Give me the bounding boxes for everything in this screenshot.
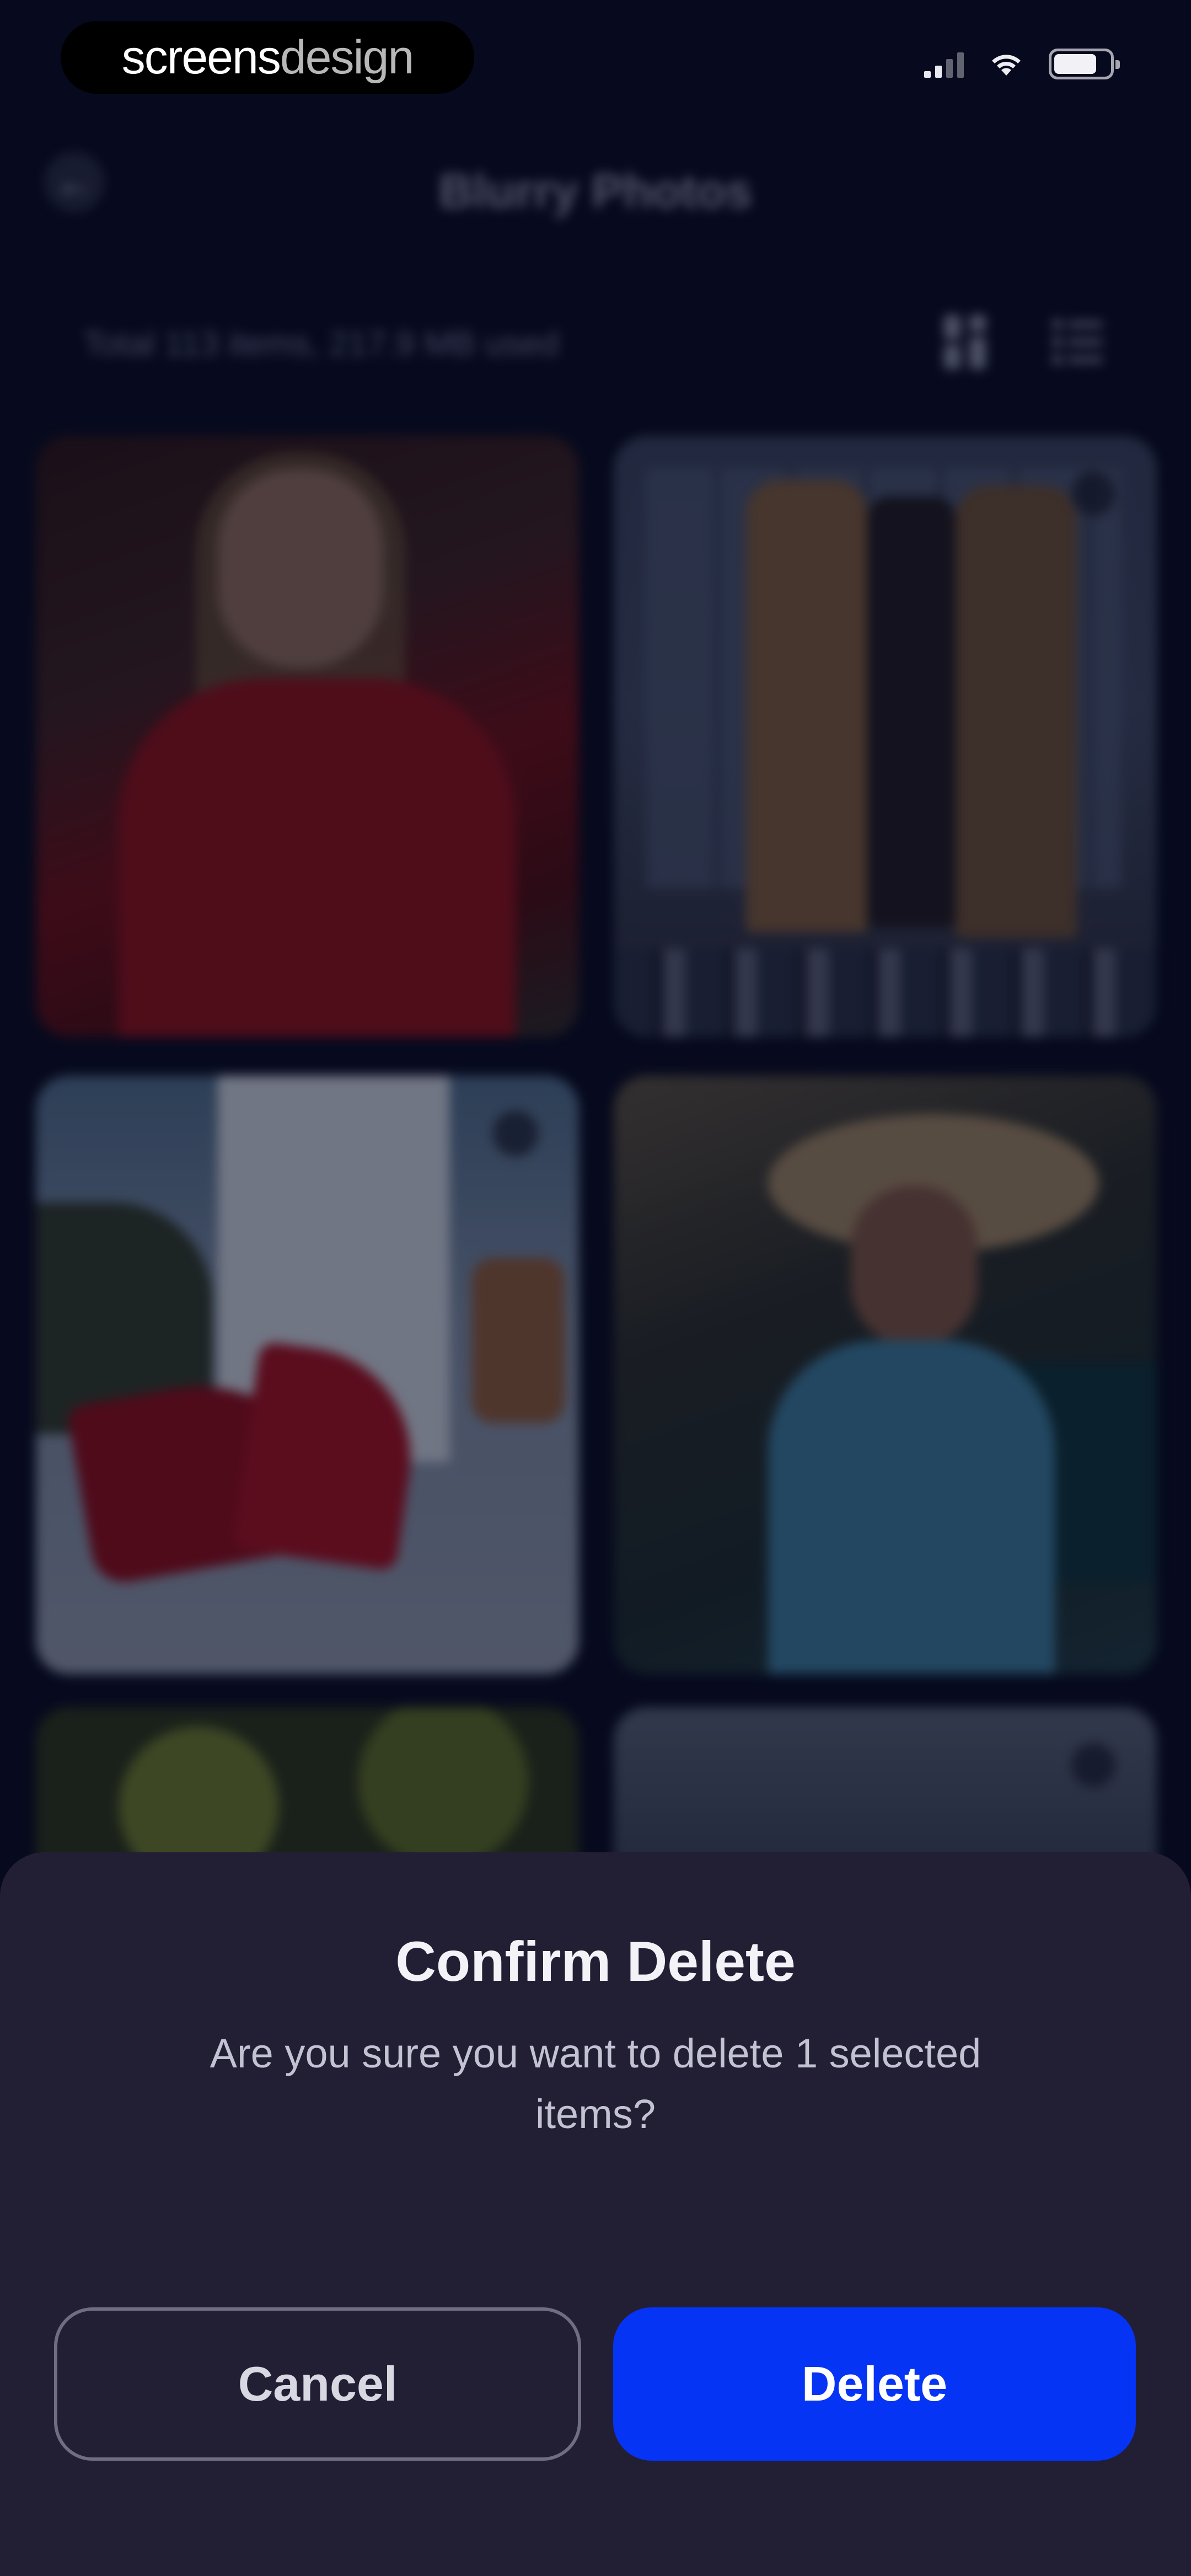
select-circle-icon[interactable]: [1069, 1740, 1118, 1790]
photo-thumbnail[interactable]: [614, 1076, 1157, 1674]
dialog-message: Are you sure you want to delete 1 select…: [210, 2030, 981, 2137]
list-view-icon[interactable]: [1050, 314, 1106, 370]
delete-button[interactable]: Delete: [613, 2307, 1136, 2461]
grid-view-icon[interactable]: [937, 312, 993, 372]
confirm-delete-sheet: Confirm Delete Are you sure you want to …: [0, 1852, 1191, 2576]
select-circle-icon[interactable]: [1069, 469, 1118, 519]
photo-thumbnail[interactable]: [36, 436, 579, 1037]
photo-thumbnail[interactable]: [36, 1076, 579, 1674]
storage-summary: Total 113 items, 217.9 MB used: [83, 325, 559, 363]
page-title: Blurry Photos: [438, 165, 753, 218]
cancel-button[interactable]: Cancel: [54, 2307, 581, 2461]
dialog-title: Confirm Delete: [395, 1930, 796, 1993]
photo-thumbnail[interactable]: [614, 436, 1157, 1037]
screen: screensdesign ← Blurry Photos Total 113 …: [0, 0, 1191, 2576]
select-circle-icon[interactable]: [491, 1109, 540, 1158]
